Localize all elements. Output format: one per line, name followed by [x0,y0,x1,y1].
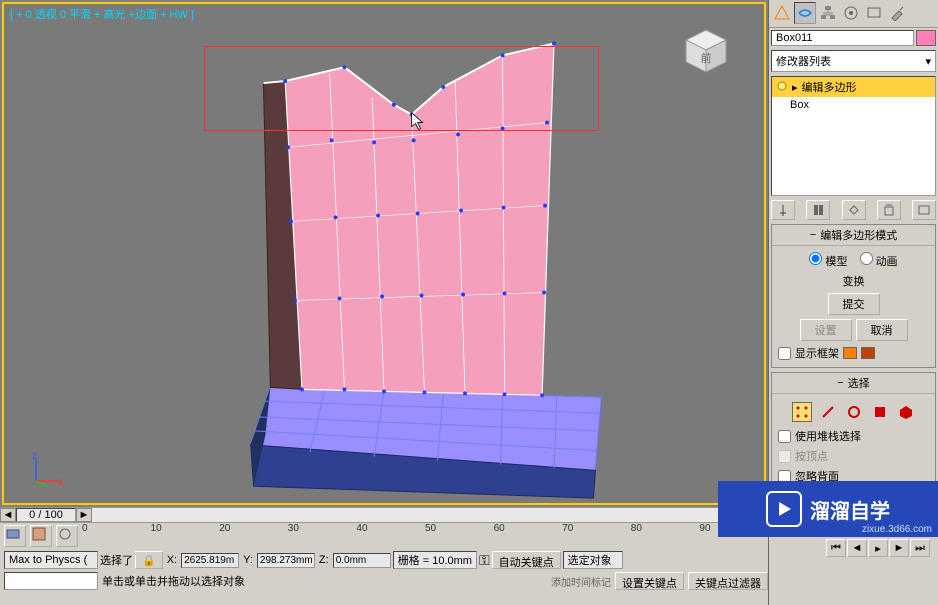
grid-size-label: 栅格 = 10.0mm [393,551,477,569]
stack-item-edit-poly[interactable]: ▸ 编辑多边形 [772,77,935,97]
pin-stack-button[interactable] [771,200,795,220]
timeline-icon-1[interactable] [4,525,26,547]
goto-start-button[interactable]: ⏮ [826,539,846,557]
set-key-button[interactable]: 设置关键点 [615,572,684,590]
selection-count-label: 选择了 [100,552,133,568]
expand-icon[interactable]: ▸ [792,81,798,94]
play-button[interactable]: ▸ [868,539,888,557]
frame-indicator: 0 / 100 [16,508,76,522]
scroll-right-button[interactable]: ► [76,508,92,522]
cage-color-1[interactable] [843,347,857,359]
script-mini-field[interactable] [4,572,98,590]
goto-end-button[interactable]: ⏭ [910,539,930,557]
settings-button[interactable]: 设置 [800,319,852,341]
timeline-ruler[interactable]: 0 10 20 30 40 50 60 70 80 90 100 [82,523,768,549]
key-target-dropdown[interactable]: 选定对象 [563,551,623,569]
key-icon[interactable]: ⚿ [479,552,490,569]
rollout-edit-poly-mode: −编辑多边形模式 模型 动画 变换 提交 设置 取消 显示框架 [771,224,936,368]
commit-button[interactable]: 提交 [828,293,880,315]
modify-tab-icon[interactable] [794,2,816,24]
axis-gizmo: z x [28,449,68,489]
timeline-icon-2[interactable] [30,525,52,547]
object-color-swatch[interactable] [916,30,936,46]
prev-frame-button[interactable]: ◄ [847,539,867,557]
display-tab-icon[interactable] [863,2,885,24]
watermark-url: zixue.3d66.com [862,524,932,535]
watermark-text: 溜溜自学 [810,495,890,524]
script-listener-field[interactable]: Max to Physcs ( [4,551,98,569]
watermark-overlay: 溜溜自学 zixue.3d66.com [718,481,938,537]
by-vertex-checkbox [778,450,791,463]
svg-text:前: 前 [701,51,712,65]
show-end-result-button[interactable] [806,200,830,220]
key-filter-button[interactable]: 关键点过滤器 [688,572,768,590]
utilities-tab-icon[interactable] [886,2,908,24]
viewcube[interactable]: 前 [678,24,734,80]
subobj-polygon-icon[interactable] [870,402,890,422]
rollout-header-edit-mode[interactable]: −编辑多边形模式 [772,225,935,246]
modifier-list-dropdown[interactable]: 修改器列表 ▾ [771,50,936,72]
object-name-field[interactable]: Box011 [771,30,914,46]
motion-tab-icon[interactable] [840,2,862,24]
viewport-perspective[interactable]: [ + 0 透视 0 平滑 + 高光 +边面 + HW ] [2,2,766,505]
subobj-edge-icon[interactable] [818,402,838,422]
remove-modifier-button[interactable] [877,200,901,220]
add-time-tag-label[interactable]: 添加时间标记 [551,574,611,589]
hierarchy-tab-icon[interactable] [817,2,839,24]
make-unique-button[interactable] [842,200,866,220]
y-coord-input[interactable] [257,553,315,568]
y-label: Y: [241,554,255,566]
show-cage-checkbox[interactable] [778,347,791,360]
x-coord-input[interactable] [181,553,239,568]
timeline-icon-3[interactable] [56,525,78,547]
transform-label: 变换 [776,271,931,291]
use-stack-sel-checkbox[interactable] [778,430,791,443]
subobj-border-icon[interactable] [844,402,864,422]
modifier-stack[interactable]: ▸ 编辑多边形 Box [771,76,936,196]
next-frame-button[interactable]: ► [889,539,909,557]
z-coord-input[interactable] [333,553,391,568]
scroll-left-button[interactable]: ◄ [0,508,16,522]
status-hint: 单击或单击并拖动以选择对象 [102,573,245,589]
mode-model-radio[interactable]: 模型 [809,252,847,269]
subobj-vertex-icon[interactable] [792,402,812,422]
stack-item-box[interactable]: Box [772,97,935,113]
watermark-play-icon [766,491,802,527]
subobj-element-icon[interactable] [896,402,916,422]
rollout-header-selection[interactable]: −选择 [772,373,935,394]
configure-sets-button[interactable] [912,200,936,220]
cancel-button[interactable]: 取消 [856,319,908,341]
cage-color-2[interactable] [861,347,875,359]
lock-selection-button[interactable]: 🔒 [135,551,163,569]
playback-controls: ⏮ ◄ ▸ ► ⏭ [826,539,936,557]
selection-marquee [204,46,599,131]
mode-anim-radio[interactable]: 动画 [860,252,898,269]
x-label: X: [165,554,179,566]
svg-text:x: x [58,476,64,488]
z-label: Z: [317,554,331,566]
create-tab-icon[interactable] [771,2,793,24]
timeline-scrollbar[interactable] [92,508,752,522]
svg-text:z: z [32,450,38,462]
chevron-down-icon: ▾ [925,55,931,68]
autokey-button[interactable]: 自动关键点 [492,551,561,569]
lightbulb-icon [776,81,788,93]
